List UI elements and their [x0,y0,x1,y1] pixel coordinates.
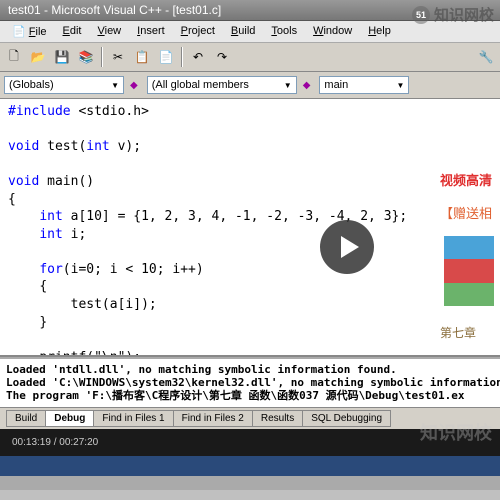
menu-view[interactable]: View [89,23,129,40]
save-all-icon[interactable]: 📚 [75,46,97,68]
function-dropdown[interactable]: main [319,76,409,94]
video-time: 00:13:19 / 00:27:20 [12,437,98,448]
tab-results[interactable]: Results [253,410,303,427]
side-title-orange: 【赠送相 [440,203,500,222]
tab-sql[interactable]: SQL Debugging [303,410,391,427]
menu-window[interactable]: Window [305,23,360,40]
tab-debug[interactable]: Debug [46,410,94,427]
redo-icon[interactable]: ↷ [211,46,233,68]
scope-bar: (Globals) ◆ (All global members ◆ main [0,72,500,99]
menu-build[interactable]: Build [223,23,263,40]
menu-help[interactable]: Help [360,23,399,40]
copy-icon[interactable]: 📋 [131,46,153,68]
tool-icon[interactable]: 🔧 [475,46,497,68]
tab-fif2[interactable]: Find in Files 2 [174,410,253,427]
cut-icon[interactable]: ✂ [107,46,129,68]
new-icon[interactable]: 🗋 [3,46,25,68]
play-button[interactable] [320,220,374,274]
menu-project[interactable]: Project [173,23,223,40]
members-dropdown[interactable]: (All global members [147,76,297,94]
undo-icon[interactable]: ↶ [187,46,209,68]
menu-file[interactable]: 📄 File [4,23,55,40]
footer-gray [0,476,500,490]
side-panel: 视频高清 【赠送相 第七章 [440,170,500,341]
save-icon[interactable]: 💾 [51,46,73,68]
watermark-top: 51 知识网校 [412,4,494,25]
bullet-icon: ◆ [130,80,138,91]
side-title-red: 视频高清 [440,170,500,189]
tab-fif1[interactable]: Find in Files 1 [94,410,173,427]
watermark-logo: 51 [412,6,430,24]
menu-edit[interactable]: Edit [55,23,90,40]
bullet-icon: ◆ [303,80,311,91]
toolbar: 🗋 📂 💾 📚 ✂ 📋 📄 ↶ ↷ 🔧 [0,43,500,72]
paste-icon[interactable]: 📄 [155,46,177,68]
menu-insert[interactable]: Insert [129,23,173,40]
menu-tools[interactable]: Tools [263,23,305,40]
side-colorblock [444,236,494,306]
output-pane[interactable]: Loaded 'ntdll.dll', no matching symbolic… [0,357,500,407]
code-editor[interactable]: #include <stdio.h> void test(int v); voi… [0,99,500,357]
scope-dropdown[interactable]: (Globals) [4,76,124,94]
open-icon[interactable]: 📂 [27,46,49,68]
tab-build[interactable]: Build [6,410,46,427]
side-caption: 第七章 [440,324,500,341]
watermark-bottom: 知识网校 [420,419,492,445]
footer-blue [0,456,500,476]
